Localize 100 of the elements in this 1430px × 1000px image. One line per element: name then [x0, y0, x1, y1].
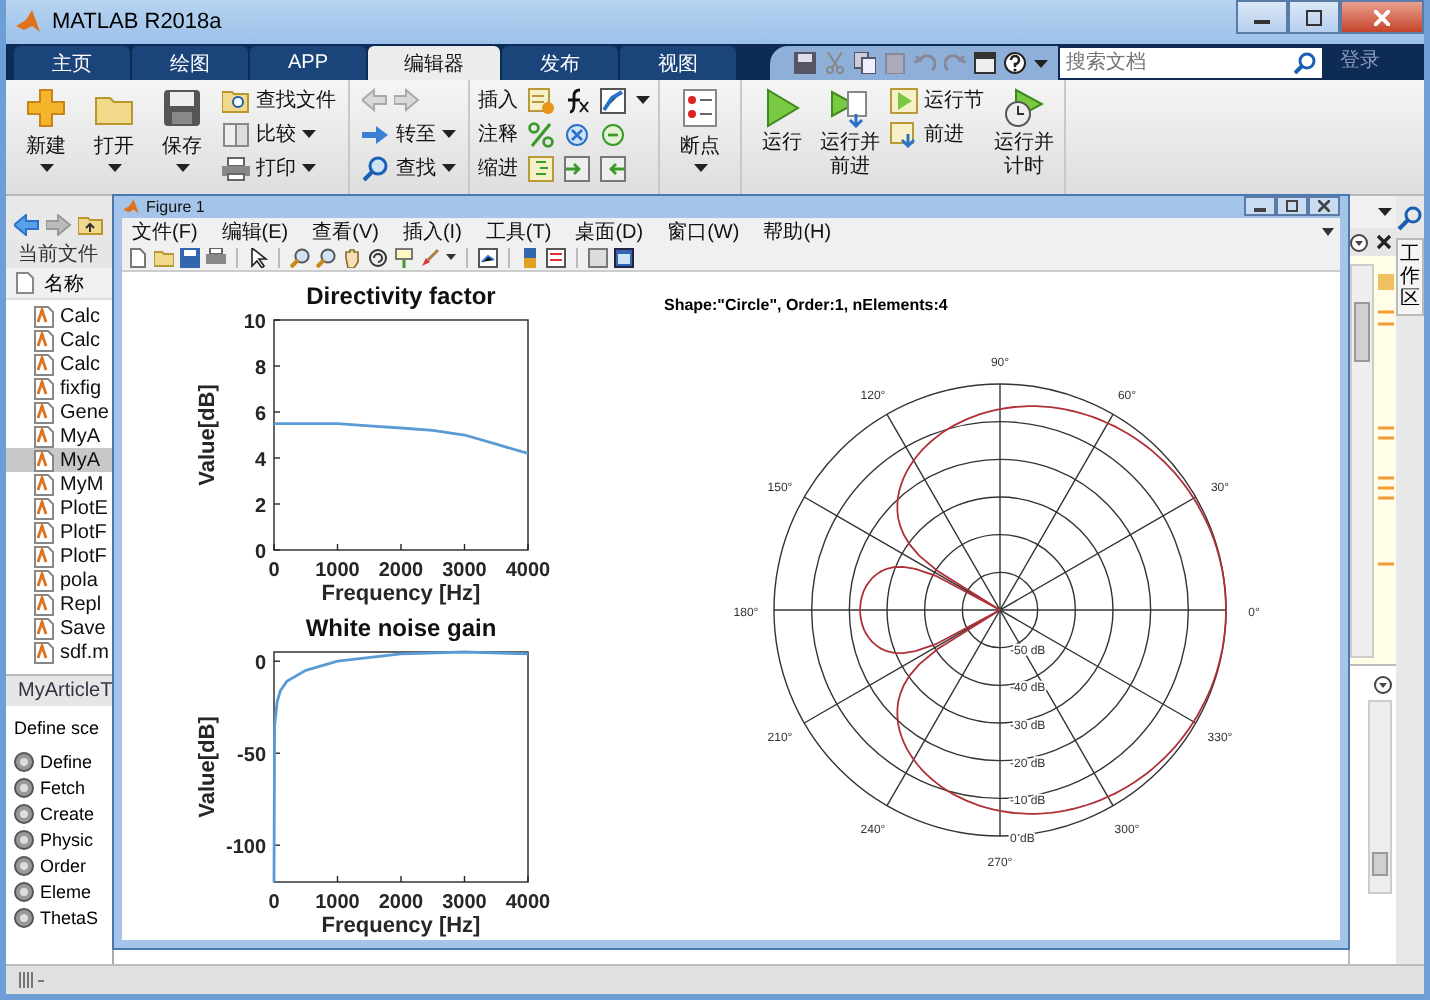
save-icon[interactable] [180, 248, 200, 269]
legend-icon[interactable] [546, 248, 566, 269]
caret-icon[interactable] [1322, 228, 1334, 237]
file-item[interactable]: Gene [6, 400, 112, 424]
percent-icon[interactable] [528, 121, 554, 147]
ribbon-button[interactable]: 比较 [218, 120, 340, 148]
caret-icon[interactable] [1378, 208, 1392, 216]
menu-item[interactable]: 编辑(E) [221, 218, 289, 247]
search-icon[interactable] [1396, 204, 1424, 232]
ribbon-button[interactable]: 查找 [358, 154, 460, 182]
section-item[interactable]: Define [14, 750, 112, 772]
file-item[interactable]: MyA [6, 448, 112, 472]
login-link[interactable]: 登录 [1324, 46, 1396, 80]
scrollbar[interactable] [1368, 700, 1392, 894]
file-item[interactable]: MyA [6, 424, 112, 448]
section-item[interactable]: Order [14, 854, 112, 876]
outdent-icon[interactable] [600, 155, 626, 181]
ribbon-button[interactable]: 运行节 [886, 86, 988, 114]
copy-icon[interactable] [854, 52, 876, 74]
ribbon-button[interactable]: 缩进 [478, 154, 518, 182]
minimize-button[interactable] [1236, 0, 1288, 34]
indent-icon[interactable] [564, 155, 590, 181]
ribbon-tab[interactable]: 发布 [502, 46, 618, 80]
wrap-comments-icon[interactable] [600, 121, 626, 147]
menu-item[interactable]: 查看(V) [312, 218, 379, 247]
save-icon[interactable] [794, 52, 816, 74]
file-item[interactable]: Save [6, 616, 112, 640]
ribbon-button[interactable]: 插入 [478, 86, 518, 114]
ribbon-button[interactable]: 打开 [82, 86, 146, 174]
file-item[interactable]: sdf.m [6, 640, 112, 664]
dock-icon[interactable] [614, 248, 634, 269]
chart-edit-icon[interactable] [600, 87, 626, 113]
section-item[interactable]: Fetch [14, 776, 112, 798]
search-field[interactable]: 搜索文档 [1060, 48, 1322, 78]
menu-item[interactable]: 帮助(H) [763, 218, 832, 247]
file-item[interactable]: Repl [6, 592, 112, 616]
folder-up-icon[interactable] [78, 213, 104, 235]
section-item[interactable]: Create [14, 802, 112, 824]
close-button[interactable] [1308, 196, 1340, 216]
rotate-icon[interactable] [368, 248, 388, 269]
ribbon-button[interactable]: 打印 [218, 154, 340, 182]
ribbon-tab[interactable]: 视图 [620, 46, 736, 80]
brush-icon[interactable] [420, 248, 440, 269]
section-item[interactable]: Eleme [14, 880, 112, 902]
file-item[interactable]: Calc [6, 304, 112, 328]
hand-icon[interactable] [342, 248, 362, 269]
menu-item[interactable]: 窗口(W) [667, 218, 740, 247]
file-item[interactable]: Calc [6, 328, 112, 352]
printer-icon[interactable] [206, 248, 226, 269]
link-plot-icon[interactable] [478, 248, 498, 269]
search-icon[interactable] [1294, 52, 1316, 74]
file-item[interactable]: fixfig [6, 376, 112, 400]
data-cursor-icon[interactable] [394, 248, 414, 269]
zoom-in-icon[interactable] [290, 248, 310, 269]
colorbar-icon[interactable] [520, 248, 540, 269]
file-item[interactable]: pola [6, 568, 112, 592]
file-item[interactable]: PlotF [6, 520, 112, 544]
zoom-out-icon[interactable] [316, 248, 336, 269]
ribbon-button[interactable]: 前进 [886, 120, 988, 148]
file-item[interactable]: Calc [6, 352, 112, 376]
ribbon-button[interactable]: 断点 [668, 86, 732, 174]
smart-indent-icon[interactable] [528, 155, 554, 181]
menu-item[interactable]: 桌面(D) [575, 218, 644, 247]
close-button[interactable] [1340, 0, 1424, 34]
menu-circle-icon[interactable] [1374, 676, 1392, 694]
grid-icon[interactable] [588, 248, 608, 269]
ribbon-button[interactable]: 新建 [14, 86, 78, 174]
section-item[interactable]: ThetaS [14, 906, 112, 928]
maximize-button[interactable] [1288, 0, 1340, 34]
ribbon-button[interactable]: 转至 [358, 120, 460, 148]
back-arrow-icon[interactable] [14, 213, 40, 235]
ribbon-tab[interactable]: 主页 [14, 46, 130, 80]
section-item[interactable]: Physic [14, 828, 112, 850]
column-header[interactable]: 名称 [6, 268, 112, 300]
ribbon-button[interactable]: 查找文件 [218, 86, 340, 114]
ribbon-tab[interactable]: 绘图 [132, 46, 248, 80]
menu-item[interactable]: 文件(F) [132, 218, 198, 247]
scrollbar[interactable] [1350, 264, 1374, 658]
ribbon-button[interactable]: 运行并前进 [818, 86, 882, 182]
function-icon[interactable] [564, 87, 590, 113]
maximize-button[interactable] [1276, 196, 1308, 216]
close-icon[interactable] [1376, 234, 1392, 250]
file-item[interactable]: PlotE [6, 496, 112, 520]
new-file-icon[interactable] [128, 248, 148, 269]
ribbon-button[interactable]: 运行并计时 [992, 86, 1056, 182]
ribbon-tab[interactable]: APP [250, 46, 366, 80]
window-layout-icon[interactable] [974, 52, 996, 74]
file-item[interactable]: MyM [6, 472, 112, 496]
menu-item[interactable]: 插入(I) [402, 218, 462, 247]
workspace-tab[interactable]: 工作区 [1396, 238, 1424, 316]
pointer-icon[interactable] [248, 248, 268, 269]
caret-icon[interactable] [636, 96, 650, 104]
ribbon-button[interactable]: 保存 [150, 86, 214, 174]
uncomment-icon[interactable] [564, 121, 590, 147]
caret-icon[interactable] [446, 254, 456, 263]
help-icon[interactable] [1004, 52, 1026, 74]
minimize-button[interactable] [1244, 196, 1276, 216]
ribbon-button[interactable]: 运行 [750, 86, 814, 158]
ribbon-tab[interactable]: 编辑器 [368, 46, 500, 80]
file-item[interactable]: PlotF [6, 544, 112, 568]
